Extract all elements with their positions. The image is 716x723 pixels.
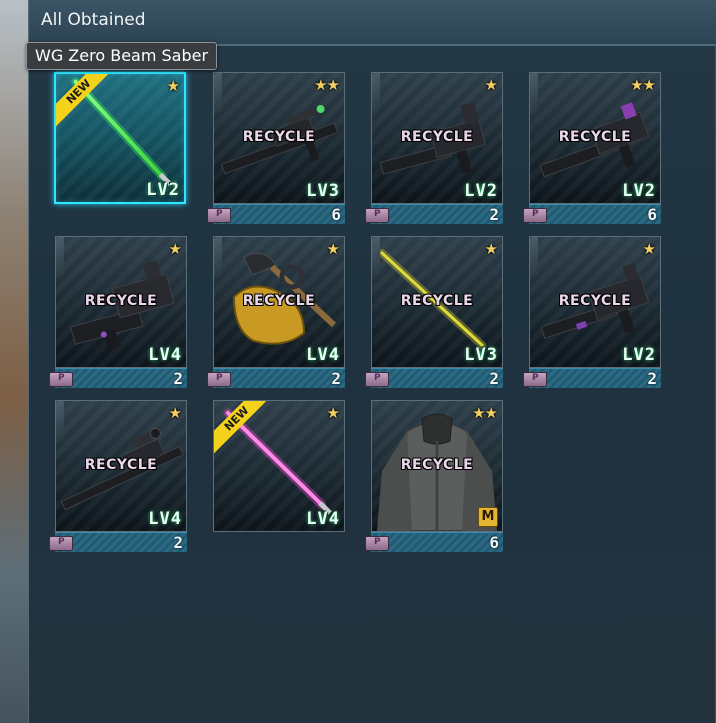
count-bar: 2 <box>207 368 345 388</box>
corner-tab <box>530 73 538 116</box>
recycle-ticket-icon <box>365 372 389 387</box>
recycle-ticket-icon <box>365 536 389 551</box>
item-count: 2 <box>173 533 183 552</box>
recycle-ticket-icon <box>523 372 547 387</box>
corner-tab <box>372 73 380 116</box>
item-slot-4[interactable]: ★★ RECYCLE LV2 6 <box>523 72 661 224</box>
recycle-label: RECYCLE <box>558 293 632 309</box>
recycle-label: RECYCLE <box>84 457 158 473</box>
item-card[interactable]: ★ RECYCLE LV4 <box>55 236 187 368</box>
item-count: 6 <box>647 205 657 224</box>
item-card[interactable]: ★★ RECYCLE LV3 <box>213 72 345 204</box>
item-slot-3[interactable]: ★ RECYCLE LV2 2 <box>365 72 503 224</box>
item-slot-1[interactable]: NEW ★ LV2 <box>54 72 186 224</box>
corner-tab <box>56 237 64 280</box>
count-bar: 6 <box>523 204 661 224</box>
recycle-ticket-icon <box>207 208 231 223</box>
recycle-ticket-icon <box>49 536 73 551</box>
item-slot-8[interactable]: ★ RECYCLE LV2 2 <box>523 236 661 388</box>
item-count: 2 <box>647 369 657 388</box>
corner-tab <box>214 237 222 280</box>
item-level: LV4 <box>306 345 340 365</box>
item-card[interactable]: ★★ RECYCLE LV2 <box>529 72 661 204</box>
item-card[interactable]: ★ RECYCLE LV4 <box>213 236 345 368</box>
recycle-ticket-icon <box>49 372 73 387</box>
item-level: LV2 <box>622 345 656 365</box>
item-card[interactable]: ★ RECYCLE LV2 <box>529 236 661 368</box>
count-bar: 6 <box>365 532 503 552</box>
item-card[interactable]: ★★ RECYCLE M <box>371 400 503 532</box>
count-bar: 2 <box>49 368 187 388</box>
recycle-label: RECYCLE <box>558 129 632 145</box>
recycle-label: RECYCLE <box>84 293 158 309</box>
recycle-ticket-icon <box>207 372 231 387</box>
item-level: LV4 <box>148 509 182 529</box>
item-card[interactable]: ★ RECYCLE LV2 <box>371 72 503 204</box>
corner-tab <box>56 401 64 444</box>
window-title: All Obtained <box>41 10 146 30</box>
item-slot-7[interactable]: ★ RECYCLE LV3 2 <box>365 236 503 388</box>
item-slot-9[interactable]: ★ RECYCLE LV4 2 <box>49 400 187 552</box>
recycle-label: RECYCLE <box>242 129 316 145</box>
item-slot-5[interactable]: ★ RECYCLE LV4 2 <box>49 236 187 388</box>
inventory-window: All Obtained NEW ★ LV2 ★★ RECYCLE LV3 P … <box>28 0 716 723</box>
recycle-label: RECYCLE <box>400 129 474 145</box>
item-level: LV2 <box>622 181 656 201</box>
corner-tab <box>214 73 222 116</box>
item-card[interactable]: NEW ★ LV4 <box>213 400 345 532</box>
item-level: LV4 <box>306 509 340 529</box>
count-bar: 2 <box>365 204 503 224</box>
item-card[interactable]: NEW ★ LV2 <box>54 72 186 204</box>
item-level: LV3 <box>464 345 498 365</box>
count-bar: 6 <box>207 204 345 224</box>
item-slot-6[interactable]: ★ RECYCLE LV4 2 <box>207 236 345 388</box>
item-count: 2 <box>489 369 499 388</box>
item-tooltip: WG Zero Beam Saber <box>26 42 218 70</box>
corner-tab <box>530 237 538 280</box>
background-scene <box>0 0 30 723</box>
count-bar: 2 <box>49 532 187 552</box>
item-count: 2 <box>489 205 499 224</box>
recycle-label: RECYCLE <box>400 457 474 473</box>
count-bar: 2 <box>523 368 661 388</box>
item-level: LV4 <box>148 345 182 365</box>
item-count: 2 <box>331 369 341 388</box>
item-level: LV2 <box>146 180 180 200</box>
item-count: 6 <box>331 205 341 224</box>
recycle-ticket-icon <box>523 208 547 223</box>
item-slot-2[interactable]: ★★ RECYCLE LV3 6 <box>207 72 345 224</box>
item-slot-10[interactable]: NEW ★ LV4 <box>213 400 345 552</box>
size-badge: M <box>478 507 498 527</box>
recycle-ticket-icon <box>365 208 389 223</box>
count-bar: 2 <box>365 368 503 388</box>
recycle-label: RECYCLE <box>242 293 316 309</box>
window-title-bar: All Obtained <box>29 0 716 46</box>
item-card[interactable]: ★ RECYCLE LV4 <box>55 400 187 532</box>
item-slot-11[interactable]: ★★ RECYCLE M 6 <box>365 400 503 552</box>
corner-tab <box>372 237 380 280</box>
recycle-label: RECYCLE <box>400 293 474 309</box>
item-card[interactable]: ★ RECYCLE LV3 <box>371 236 503 368</box>
item-count: 2 <box>173 369 183 388</box>
item-level: LV2 <box>464 181 498 201</box>
item-level: LV3 <box>306 181 340 201</box>
item-count: 6 <box>489 533 499 552</box>
